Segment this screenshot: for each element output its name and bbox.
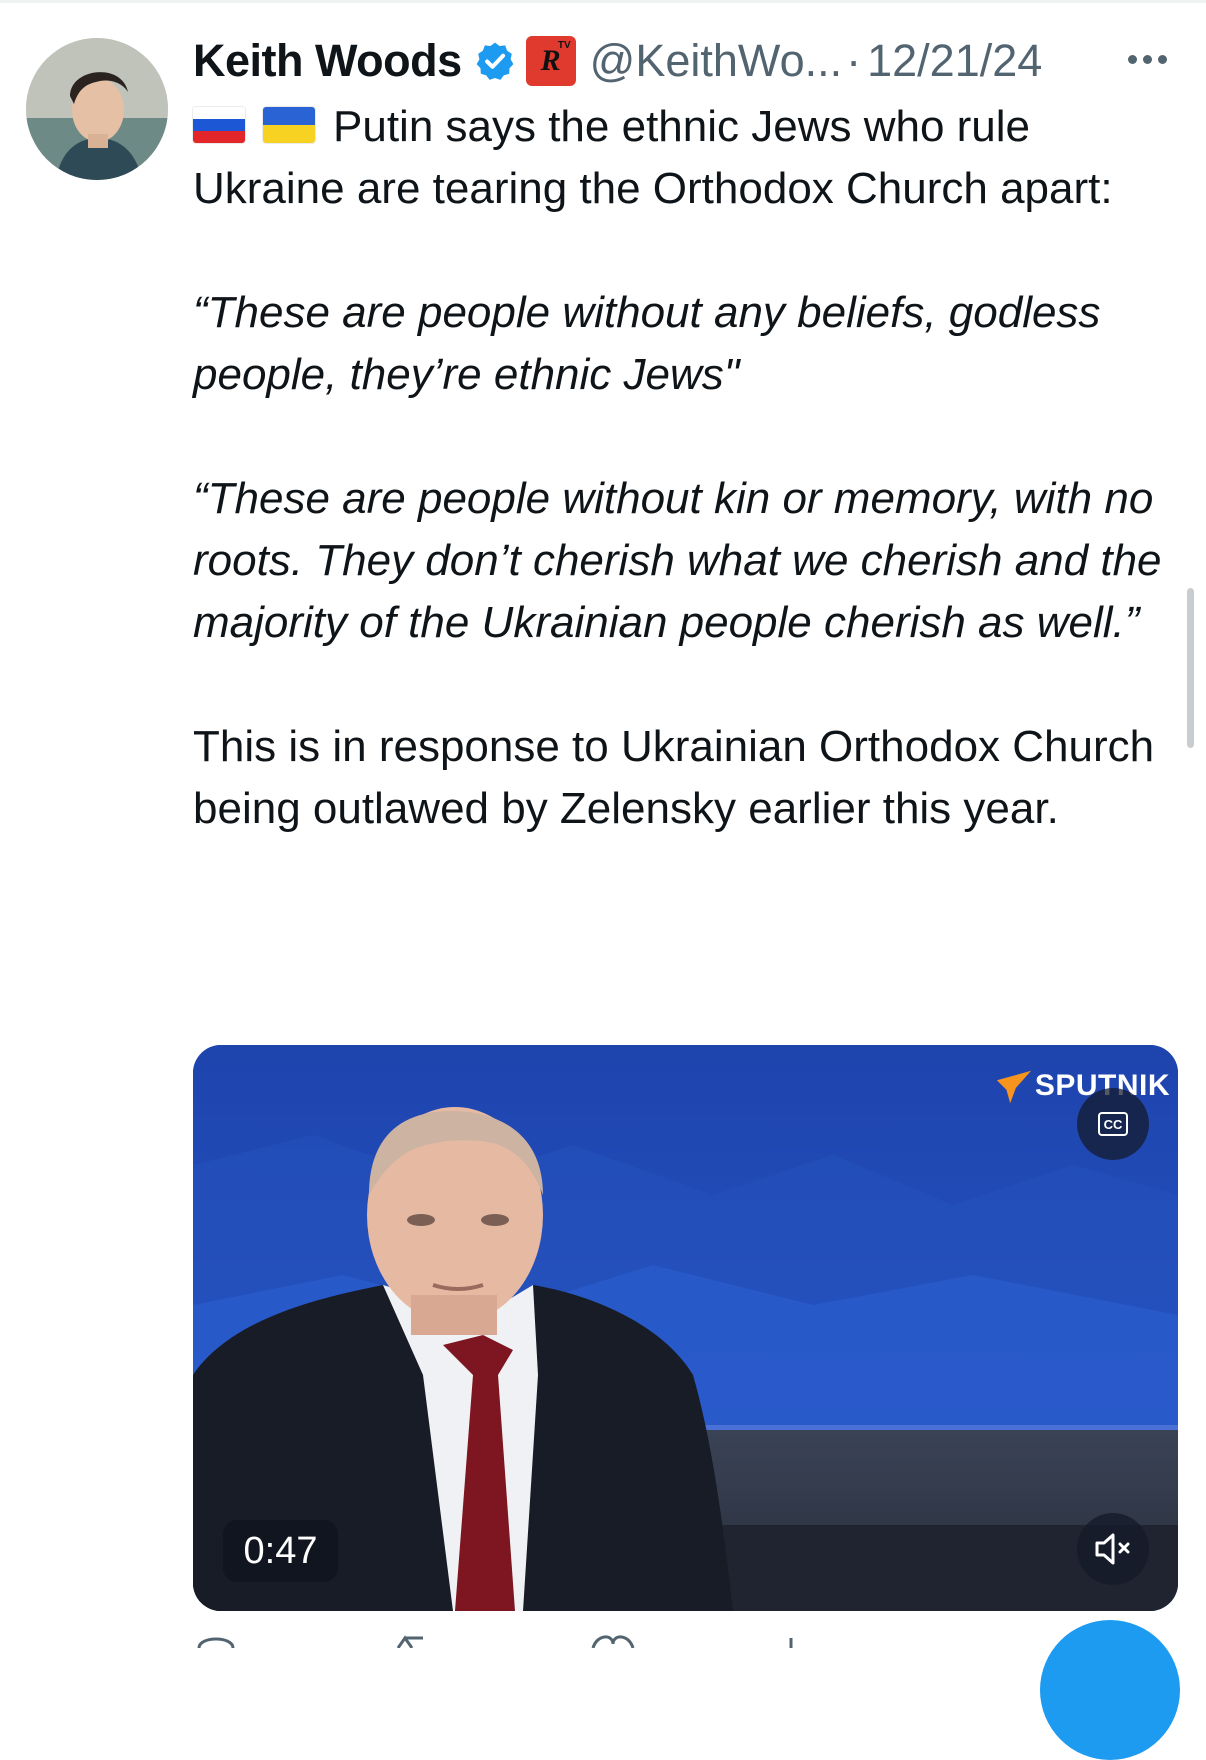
verified-badge-icon[interactable] (474, 40, 516, 82)
scrollbar[interactable] (1187, 588, 1194, 748)
mute-button[interactable] (1077, 1513, 1149, 1585)
separator-dot: · (846, 35, 862, 86)
affiliate-badge-sub: TV (557, 40, 571, 51)
tweet-quote-1: “These are people without any beliefs, g… (193, 288, 1101, 399)
tweet-header: Keith Woods R TV @KeithWo... · 12/21/24 (193, 28, 1173, 94)
video-player[interactable]: SPUTNIK CC 0:47 (193, 1045, 1178, 1611)
reply-icon[interactable] (197, 1637, 235, 1648)
captions-button[interactable]: CC (1077, 1088, 1149, 1160)
tweet-text: Putin says the ethnic Jews who rule Ukra… (193, 96, 1173, 840)
captions-icon: CC (1098, 1112, 1128, 1136)
more-options-icon[interactable] (1128, 48, 1174, 70)
repost-icon[interactable] (396, 1635, 423, 1648)
like-icon[interactable] (591, 1635, 635, 1648)
speaker-muted-icon (1095, 1533, 1130, 1565)
action-bar (197, 1635, 793, 1648)
tweet-closing: This is in response to Ukrainian Orthodo… (193, 722, 1155, 833)
tweet-intro: Putin says the ethnic Jews who rule Ukra… (193, 96, 1173, 220)
video-duration: 0:47 (223, 1520, 338, 1582)
display-name[interactable]: Keith Woods (193, 35, 462, 87)
flag-russia-icon (193, 107, 245, 144)
sputnik-logo-icon (996, 1070, 1031, 1104)
post-date[interactable]: 12/21/24 (867, 35, 1042, 87)
sputnik-watermark: SPUTNIK (995, 1067, 1170, 1105)
top-divider (0, 0, 1206, 3)
avatar-image (26, 38, 168, 180)
tweet-quote-2: “These are people without kin or memory,… (193, 474, 1162, 647)
video-frame (193, 1045, 1178, 1611)
handle[interactable]: @KeithWo... (590, 35, 842, 87)
compose-button[interactable] (1040, 1620, 1180, 1760)
affiliate-badge-icon[interactable]: R TV (525, 36, 576, 86)
flag-ukraine-icon (263, 107, 315, 144)
avatar[interactable] (26, 38, 168, 180)
tweet-line1: Putin says the ethnic Jews who rule Ukra… (193, 102, 1113, 213)
